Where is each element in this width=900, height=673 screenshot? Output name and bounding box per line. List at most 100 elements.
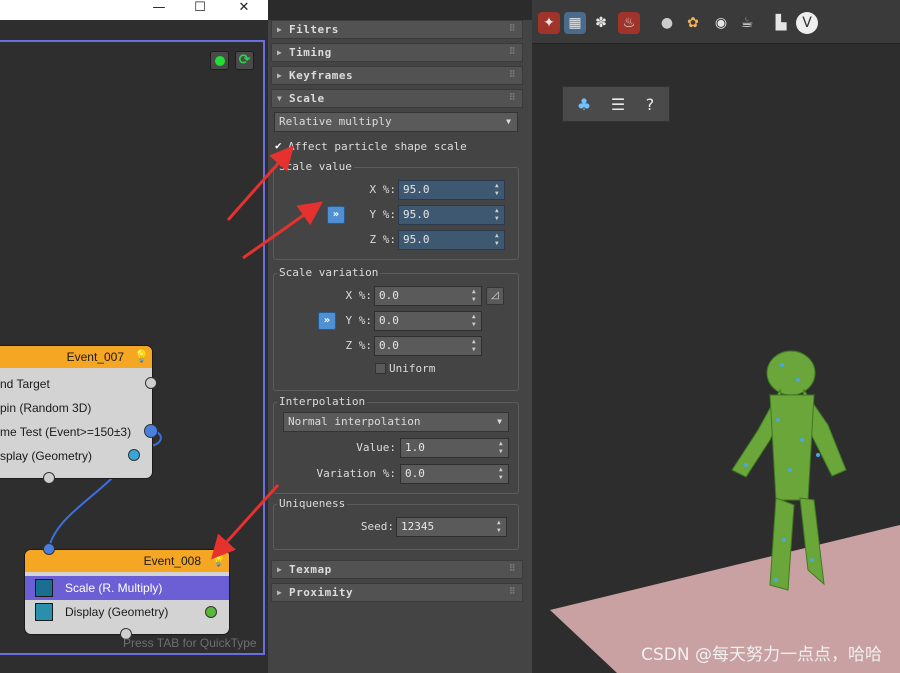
collapse-arrow-icon: ▼ [277, 94, 283, 103]
display-operator-icon [35, 603, 53, 621]
spinner-icon[interactable]: ▲ ▼ [497, 519, 504, 535]
expand-arrow-icon: ▶ [277, 48, 283, 57]
interp-value-field[interactable]: 1.0 ▲ ▼ [400, 438, 509, 458]
grip-icon: ⠿ [508, 47, 516, 57]
spinner-icon[interactable]: ▲ ▼ [495, 232, 502, 248]
scale-type-dropdown[interactable]: Relative multiply ▼ [274, 112, 518, 132]
particle-view-graph[interactable]: — ☐ ✕ ⟳ Event_007 💡 nd Target pin (Rando… [0, 0, 268, 673]
variation-z-value: 0.0 [379, 339, 399, 352]
group-title: Interpolation [277, 395, 368, 408]
scale-operator-icon [35, 579, 53, 597]
value-label: Value: [356, 441, 396, 454]
input-port[interactable] [43, 472, 55, 484]
link-values-button[interactable]: » [327, 206, 345, 224]
seed-value: 12345 [401, 520, 435, 533]
rollout-keyframes[interactable]: ▶ Keyframes ⠿ [271, 66, 523, 85]
display-color-swatch[interactable] [205, 606, 217, 618]
event-008-header[interactable]: Event_008 💡 [25, 550, 229, 572]
expand-arrow-icon: ▶ [277, 565, 283, 574]
lightbulb-icon[interactable]: 💡 [211, 553, 226, 568]
x-label: X %: [369, 183, 397, 196]
grip-icon: ⠿ [508, 24, 516, 34]
variation-x-value: 0.0 [379, 289, 399, 302]
input-port[interactable] [43, 543, 55, 555]
chevron-down-icon: ▼ [506, 117, 511, 126]
operator-label: me Test (Event>=150±3) [0, 425, 132, 439]
rollout-title: Keyframes [289, 69, 354, 82]
variation-y-value: 0.0 [379, 314, 399, 327]
variation-x-field[interactable]: 0.0 ▲ ▼ [374, 286, 482, 306]
operator-label: Display (Geometry) [65, 605, 169, 619]
operator-row-scale[interactable]: Scale (R. Multiply) [25, 576, 229, 600]
grip-icon: ⠿ [508, 93, 516, 103]
scale-y-value: 95.0 [403, 208, 430, 221]
rollout-scale[interactable]: ▼ Scale ⠿ [271, 89, 523, 108]
spinner-icon[interactable]: ▲ ▼ [472, 313, 479, 329]
output-port[interactable] [145, 377, 157, 389]
display-color-swatch[interactable] [128, 449, 140, 461]
spinner-icon[interactable]: ▲ ▼ [472, 288, 479, 304]
scale-z-field[interactable]: 95.0 ▲ ▼ [398, 230, 505, 250]
spinner-icon[interactable]: ▲ ▼ [499, 440, 506, 456]
uniform-checkbox[interactable] [375, 363, 386, 374]
spinner-icon[interactable]: ▲ ▼ [495, 182, 502, 198]
grip-icon: ⠿ [508, 564, 516, 574]
rollout-title: Filters [289, 23, 339, 36]
operator-label: pin (Random 3D) [0, 401, 92, 415]
grip-icon: ⠿ [508, 587, 516, 597]
spinner-icon[interactable]: ▲ ▼ [472, 338, 479, 354]
rollout-filters[interactable]: ▶ Filters ⠿ [271, 20, 523, 39]
scale-x-field[interactable]: 95.0 ▲ ▼ [398, 180, 505, 200]
variation-label: Variation %: [316, 467, 396, 480]
scale-x-value: 95.0 [403, 183, 430, 196]
event-007-header[interactable]: Event_007 💡 [0, 346, 152, 368]
group-title: Uniqueness [277, 497, 348, 510]
uniform-label: Uniform [389, 362, 436, 375]
group-title: Scale value [277, 160, 354, 173]
rollout-title: Proximity [289, 586, 354, 599]
rollout-timing[interactable]: ▶ Timing ⠿ [271, 43, 523, 62]
event-008-node[interactable]: Event_008 💡 Scale (R. Multiply) Display … [25, 550, 229, 634]
affect-shape-label: Affect particle shape scale [288, 140, 467, 153]
expand-arrow-icon: ▶ [277, 71, 283, 80]
operator-label: Scale (R. Multiply) [65, 581, 163, 595]
interp-variation-field[interactable]: 0.0 ▲ ▼ [400, 464, 509, 484]
scale-z-value: 95.0 [403, 233, 430, 246]
event-007-title: Event_007 [66, 350, 124, 364]
scale-type-value: Relative multiply [279, 115, 392, 128]
event-008-title: Event_008 [143, 554, 201, 568]
operator-row-display[interactable]: Display (Geometry) [25, 600, 229, 624]
triangle-icon[interactable]: ◿ [486, 287, 504, 305]
interpolation-dropdown[interactable]: Normal interpolation ▼ [283, 412, 509, 432]
operator-row[interactable]: me Test (Event>=150±3) [0, 420, 152, 444]
grip-icon: ⠿ [508, 70, 516, 80]
variation-y-field[interactable]: 0.0 ▲ ▼ [374, 311, 482, 331]
spinner-icon[interactable]: ▲ ▼ [499, 466, 506, 482]
output-port[interactable] [144, 424, 158, 438]
x-label: X %: [345, 289, 373, 302]
expand-arrow-icon: ▶ [277, 25, 283, 34]
lightbulb-icon[interactable]: 💡 [134, 349, 149, 364]
y-label: Y %: [369, 208, 397, 221]
variation-z-field[interactable]: 0.0 ▲ ▼ [374, 336, 482, 356]
scale-y-field[interactable]: 95.0 ▲ ▼ [398, 205, 505, 225]
spinner-icon[interactable]: ▲ ▼ [495, 207, 502, 223]
operator-row[interactable]: pin (Random 3D) [0, 396, 152, 420]
group-title: Scale variation [277, 266, 381, 279]
expand-arrow-icon: ▶ [277, 588, 283, 597]
z-label: Z %: [369, 233, 397, 246]
operator-label: nd Target [0, 377, 50, 391]
rollout-title: Texmap [289, 563, 332, 576]
rollout-texmap[interactable]: ▶ Texmap ⠿ [271, 560, 523, 579]
rollout-proximity[interactable]: ▶ Proximity ⠿ [271, 583, 523, 602]
3d-viewport[interactable]: ✦ ▦ ✽ ♨ ● ✿ ◉ ☕ ▙ V ♣ ☰ ? CSDN @每天努力一点点，… [532, 0, 900, 673]
rollout-title: Timing [289, 46, 332, 59]
interp-value: 1.0 [405, 441, 425, 454]
seed-field[interactable]: 12345 ▲ ▼ [396, 517, 507, 537]
y-label: Y %: [345, 314, 373, 327]
operator-row[interactable]: nd Target [0, 372, 152, 396]
foliage-figure [731, 350, 847, 591]
chevron-down-icon[interactable]: ▼ [497, 413, 502, 431]
quicktype-hint: Press TAB for QuickType [123, 636, 257, 650]
checkmark-icon[interactable]: ✔ [275, 139, 282, 152]
